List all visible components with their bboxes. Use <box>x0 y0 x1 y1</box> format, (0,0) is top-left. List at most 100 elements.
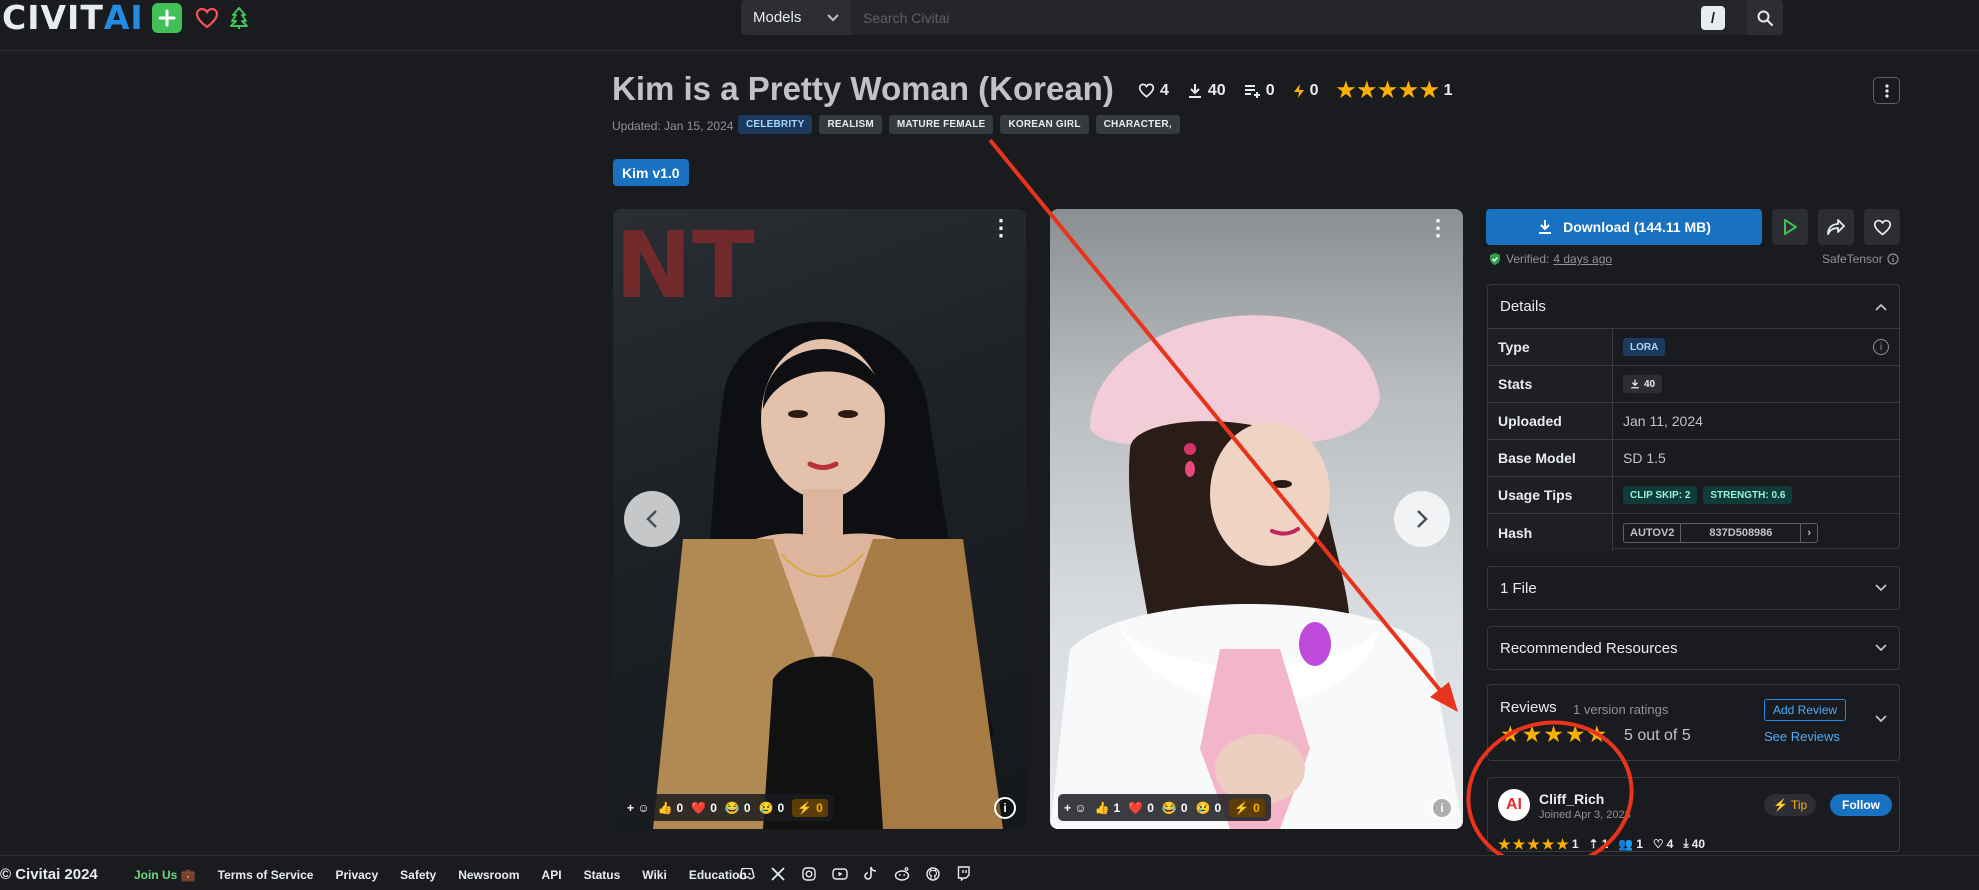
reviews-panel: Reviews 1 version ratings ★ ★ ★ ★ ★ 5 out of… <box>1487 684 1900 761</box>
run-button[interactable] <box>1772 209 1808 245</box>
thumbs-up-reaction[interactable]: 👍 0 <box>658 801 684 815</box>
safety-link[interactable]: Safety <box>400 868 436 882</box>
top-bar: CIVITAI Models / <box>0 0 1979 51</box>
creator-uploads-count: 1 <box>1601 836 1609 851</box>
privacy-link[interactable]: Privacy <box>335 868 378 882</box>
likes-stat[interactable]: 4 <box>1138 82 1169 100</box>
tag-korean-girl[interactable]: KOREAN GIRL <box>1000 115 1089 134</box>
search-input[interactable] <box>851 0 1747 35</box>
creator-rating-count: 1 <box>1571 836 1579 851</box>
dots-vertical-icon <box>1884 83 1889 98</box>
search-button[interactable] <box>1747 0 1783 35</box>
cry-reaction[interactable]: 😢 0 <box>759 801 785 815</box>
recommended-resources-accordion[interactable]: Recommended Resources <box>1487 626 1900 670</box>
status-link[interactable]: Status <box>584 868 621 882</box>
twitch-icon[interactable] <box>955 865 972 882</box>
tag-mature-female[interactable]: MATURE FEMALE <box>888 115 994 134</box>
image-menu-icon[interactable]: ⋮ <box>1427 217 1449 239</box>
creator-stats: ★ ★ ★ ★ ★ 1 ⇡ 1 👥 1 ♡ 4 ⤓ 40 <box>1498 836 1705 851</box>
version-tab[interactable]: Kim v1.0 <box>613 159 689 186</box>
creator-likes-count: 4 <box>1666 836 1674 851</box>
creator-uploads: ⇡ 1 <box>1589 837 1609 851</box>
heart-reaction[interactable]: ❤️ 0 <box>691 801 717 815</box>
reaction-bar: + ☺ 👍 1 ❤️ 0 😂 0 😢 0 ⚡ 0 <box>1058 794 1271 821</box>
add-review-button[interactable]: Add Review <box>1764 699 1847 721</box>
image-info-icon[interactable]: i <box>994 797 1016 819</box>
tag-character[interactable]: CHARACTER, <box>1095 115 1180 134</box>
see-reviews-link[interactable]: See Reviews <box>1764 729 1840 744</box>
heart-count: 0 <box>710 800 717 815</box>
laugh-count: 0 <box>1180 800 1188 815</box>
share-button[interactable] <box>1818 209 1854 245</box>
creator-card: AI Cliff_Rich Joined Apr 3, 2023 ⚡ Tip F… <box>1487 777 1900 852</box>
laugh-reaction[interactable]: 😂 0 <box>1162 801 1188 815</box>
laugh-reaction[interactable]: 😂 0 <box>725 801 751 815</box>
avatar[interactable]: AI <box>1498 789 1530 821</box>
tag-realism[interactable]: REALISM <box>819 115 882 134</box>
star-icon: ★ <box>1378 79 1397 102</box>
hash-value: 837D508986 <box>1681 523 1802 542</box>
x-twitter-icon[interactable] <box>769 865 786 882</box>
add-reaction-button[interactable]: + ☺ <box>1064 801 1087 815</box>
model-title: Kim is a Pretty Woman (Korean) <box>612 70 1114 107</box>
reddit-icon[interactable] <box>893 865 910 882</box>
christmas-tree-icon[interactable] <box>224 3 254 33</box>
details-panel: Details Type LORA i Stats 40 Uploaded Ja… <box>1487 284 1900 551</box>
heart-icon[interactable] <box>192 3 222 33</box>
buzz-stat[interactable]: 0 <box>1293 82 1319 100</box>
reviews-title: Reviews <box>1500 699 1557 716</box>
detail-key: Base Model <box>1488 440 1613 476</box>
download-label: Download (144.11 MB) <box>1563 219 1711 235</box>
downloads-stat: 40 <box>1187 82 1226 100</box>
image-menu-icon[interactable]: ⋮ <box>990 217 1012 239</box>
favorite-button[interactable] <box>1864 209 1900 245</box>
safetensor-text: SafeTensor <box>1822 252 1883 266</box>
create-plus-icon[interactable] <box>152 3 182 33</box>
heart-reaction[interactable]: ❤️ 0 <box>1128 801 1154 815</box>
buzz-reaction[interactable]: ⚡ 0 <box>792 798 828 817</box>
chevron-down-icon <box>827 9 839 26</box>
reaction-bar: + ☺ 👍 0 ❤️ 0 😂 0 😢 0 ⚡ 0 <box>621 794 834 821</box>
info-icon[interactable] <box>1887 253 1899 265</box>
star-icon: ★ <box>1399 79 1418 102</box>
api-link[interactable]: API <box>542 868 562 882</box>
tag-celebrity[interactable]: CELEBRITY <box>738 115 813 134</box>
image-info-icon[interactable]: i <box>1431 797 1453 819</box>
github-icon[interactable] <box>924 865 941 882</box>
collections-stat[interactable]: 0 <box>1244 82 1275 100</box>
files-accordion[interactable]: 1 File <box>1487 566 1900 610</box>
models-select[interactable]: Models <box>741 0 851 35</box>
carousel-prev-button[interactable] <box>624 491 680 547</box>
chevron-down-icon[interactable] <box>1875 715 1887 723</box>
creator-likes: ♡ 4 <box>1653 837 1673 851</box>
cry-reaction[interactable]: 😢 0 <box>1196 801 1222 815</box>
details-header[interactable]: Details <box>1488 285 1899 329</box>
rating-stat[interactable]: ★ ★ ★ ★ ★ 1 <box>1337 80 1453 101</box>
add-reaction-button[interactable]: + ☺ <box>627 801 650 815</box>
civitai-logo[interactable]: CIVIT AI <box>2 0 144 37</box>
thumbs-up-reaction[interactable]: 👍 1 <box>1095 801 1121 815</box>
instagram-icon[interactable] <box>800 865 817 882</box>
verified-status: Verified: 4 days ago <box>1488 252 1612 266</box>
chevron-down-icon <box>1875 644 1887 652</box>
info-icon[interactable]: i <box>1873 339 1889 355</box>
join-us-link[interactable]: Join Us 💼 <box>134 868 196 882</box>
youtube-icon[interactable] <box>831 865 848 882</box>
carousel-next-button[interactable] <box>1394 491 1450 547</box>
download-icon <box>1188 83 1201 98</box>
newsroom-link[interactable]: Newsroom <box>458 868 519 882</box>
star-icon: ★ <box>1556 835 1569 852</box>
hash-box[interactable]: AUTOV2 837D508986 › <box>1623 522 1819 543</box>
tip-button[interactable]: ⚡ Tip <box>1764 794 1817 816</box>
tiktok-icon[interactable] <box>862 865 879 882</box>
terms-link[interactable]: Terms of Service <box>218 868 314 882</box>
discord-icon[interactable] <box>738 865 755 882</box>
download-button[interactable]: Download (144.11 MB) <box>1486 209 1762 245</box>
download-icon <box>1539 220 1552 234</box>
follow-button[interactable]: Follow <box>1830 794 1892 816</box>
wiki-link[interactable]: Wiki <box>642 868 667 882</box>
creator-name[interactable]: Cliff_Rich <box>1539 791 1604 807</box>
buzz-reaction[interactable]: ⚡ 0 <box>1229 798 1265 817</box>
model-menu-button[interactable] <box>1873 77 1900 104</box>
verified-date-link[interactable]: 4 days ago <box>1553 252 1612 266</box>
